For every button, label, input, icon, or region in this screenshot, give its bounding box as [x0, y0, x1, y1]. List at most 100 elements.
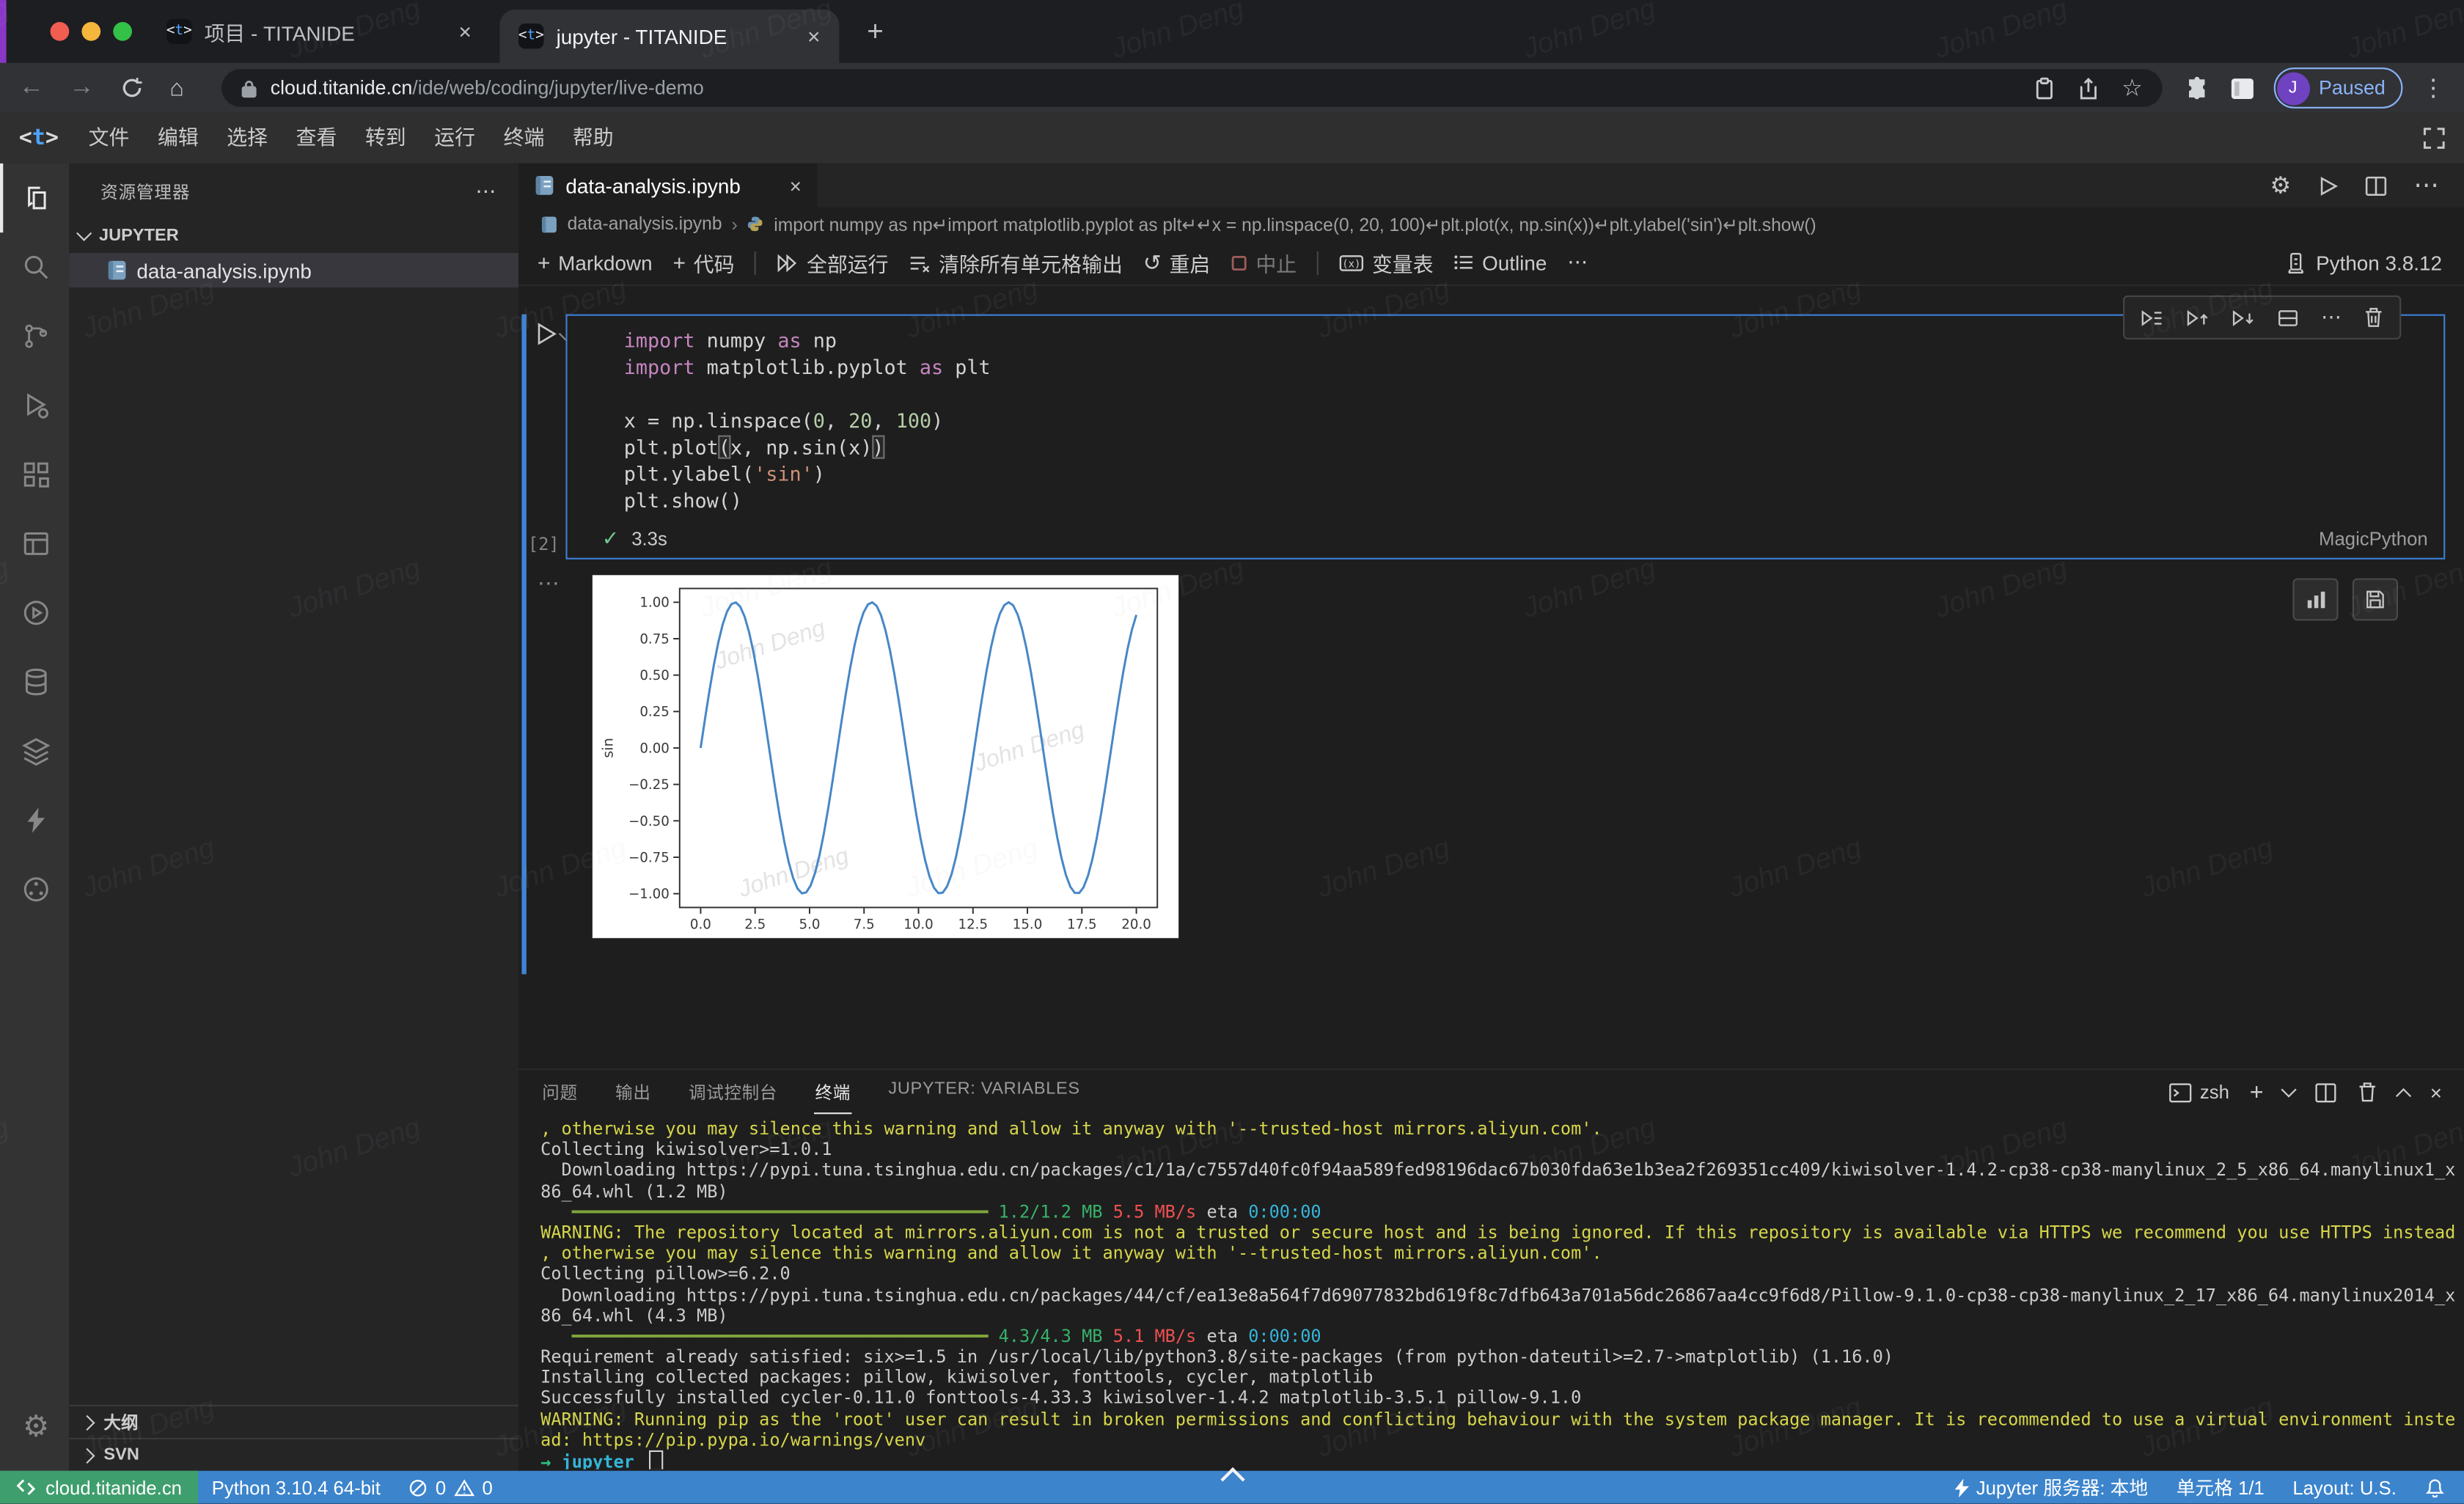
sidebar-toggle-icon[interactable] [2229, 76, 2254, 100]
titanide-favicon: <t> [518, 23, 543, 48]
jupyter-server-status[interactable]: Jupyter 服务器: 本地 [1954, 1474, 2148, 1500]
panel-tab-调试控制台[interactable]: 调试控制台 [687, 1070, 779, 1114]
sidebar-more-icon[interactable]: ⋯ [475, 178, 496, 203]
cell-toolbar-delete-cell-icon[interactable] [2364, 307, 2384, 329]
activity-search-icon[interactable] [0, 232, 69, 301]
window-minimize-button[interactable] [81, 22, 100, 41]
outline-button[interactable]: Outline [1454, 251, 1547, 274]
notebook-cell-status[interactable]: 单元格 1/1 [2177, 1474, 2265, 1500]
kill-terminal-trash-icon[interactable] [2358, 1081, 2378, 1103]
notebook-settings-gear-icon[interactable]: ⚙ [2270, 172, 2291, 200]
extensions-puzzle-icon[interactable] [2184, 75, 2210, 101]
activity-run-debug-icon[interactable] [0, 371, 69, 440]
activity-extensions-icon[interactable] [0, 440, 69, 509]
menu-item-运行[interactable]: 运行 [420, 113, 489, 164]
notifications-bell-icon[interactable] [2424, 1477, 2445, 1497]
breadcrumb-cell-preview[interactable]: import numpy as np↵import matplotlib.pyp… [774, 213, 1816, 235]
add-code-button[interactable]: +代码 [672, 248, 734, 278]
terminal-output[interactable]: , otherwise you may silence this warning… [540, 1119, 2459, 1470]
sidebar-section-SVN[interactable]: SVN [69, 1438, 518, 1471]
new-tab-button[interactable]: + [858, 14, 892, 48]
reload-icon[interactable] [120, 76, 144, 100]
language-mode-label[interactable]: MagicPython [2319, 528, 2428, 550]
fullscreen-icon[interactable] [2423, 128, 2445, 150]
panel-collapse-handle[interactable] [1210, 1463, 1254, 1488]
activity-remote-hub-icon[interactable] [0, 855, 69, 924]
activity-explorer-icon[interactable] [0, 164, 69, 232]
keyboard-layout-status[interactable]: Layout: U.S. [2292, 1476, 2397, 1498]
menu-item-查看[interactable]: 查看 [282, 113, 351, 164]
chrome-menu-icon[interactable]: ⋮ [2421, 74, 2445, 103]
window-zoom-button[interactable] [113, 22, 132, 41]
run-editor-icon[interactable] [2318, 175, 2339, 196]
activity-notebook-preview-icon[interactable] [0, 509, 69, 578]
kernel-picker[interactable]: Python 3.8.12 [2284, 251, 2464, 274]
cell-toolbar-execute-cells-below-icon[interactable] [2141, 307, 2164, 328]
cell-toolbar-more-icon[interactable]: ⋯ [2321, 304, 2342, 332]
add-markdown-button[interactable]: +Markdown [538, 250, 653, 275]
sidebar-item-notebook-file[interactable]: data-analysis.ipynb [69, 253, 518, 287]
toolbar-more-icon[interactable]: ⋯ [1567, 250, 1588, 275]
activity-zap-icon[interactable] [0, 785, 69, 854]
activity-layers-icon[interactable] [0, 716, 69, 785]
output-collapse-icon[interactable]: ⋯ [538, 571, 561, 597]
clipboard-icon[interactable] [2034, 76, 2056, 100]
split-terminal-icon[interactable] [2315, 1082, 2337, 1102]
window-close-button[interactable] [51, 22, 70, 41]
forward-icon[interactable]: → [69, 74, 94, 103]
menu-item-终端[interactable]: 终端 [489, 113, 558, 164]
browser-tab-jupyter[interactable]: <t> jupyter - TITANIDE × [499, 10, 839, 63]
problems-status[interactable]: 0 0 [395, 1476, 507, 1498]
run-all-button[interactable]: 全部运行 [777, 248, 888, 278]
editor-more-icon[interactable]: ⋯ [2413, 169, 2438, 201]
cell-toolbar-run-cells-below-icon[interactable] [2232, 307, 2255, 328]
clear-outputs-button[interactable]: 清除所有单元格输出 [909, 248, 1122, 278]
code-cell[interactable]: import numpy as npimport matplotlib.pypl… [565, 315, 2445, 560]
activity-live-run-icon[interactable] [0, 579, 69, 648]
tab-close-icon[interactable]: × [458, 21, 472, 43]
breadcrumb[interactable]: data-analysis.ipynb › import numpy as np… [518, 208, 2464, 241]
cell-code-editor[interactable]: import numpy as npimport matplotlib.pypl… [624, 329, 2431, 516]
terminal-shell-picker[interactable]: zsh [2168, 1081, 2229, 1103]
chart-output-button[interactable] [2292, 579, 2338, 621]
panel-tab-终端[interactable]: 终端 [813, 1070, 852, 1114]
menu-item-文件[interactable]: 文件 [74, 113, 143, 164]
split-editor-icon[interactable] [2365, 175, 2387, 196]
activity-settings-gear-icon[interactable]: ⚙ [0, 1393, 69, 1461]
run-cell-button[interactable] [535, 322, 558, 345]
panel-tab-问题[interactable]: 问题 [540, 1070, 579, 1114]
maximize-panel-icon[interactable] [2397, 1087, 2412, 1103]
save-output-button[interactable] [2353, 579, 2398, 621]
remote-indicator[interactable]: cloud.titanide.cn [0, 1471, 197, 1504]
panel-tab-JUPYTER: VARIABLES[interactable]: JUPYTER: VARIABLES [887, 1070, 1082, 1114]
browser-tab-project[interactable]: <t> 项目 - TITANIDE × [147, 0, 490, 63]
terminal-dropdown-icon[interactable] [2281, 1082, 2297, 1097]
menu-item-转到[interactable]: 转到 [351, 113, 420, 164]
new-terminal-icon[interactable]: + [2250, 1080, 2264, 1104]
breadcrumb-file[interactable]: data-analysis.ipynb [568, 215, 722, 234]
menu-item-编辑[interactable]: 编辑 [144, 113, 213, 164]
activity-database-icon[interactable] [0, 648, 69, 716]
panel-tab-输出[interactable]: 输出 [614, 1070, 653, 1114]
python-interpreter-status[interactable]: Python 3.10.4 64-bit [197, 1476, 395, 1498]
home-icon[interactable]: ⌂ [169, 75, 183, 101]
share-icon[interactable] [2078, 76, 2100, 100]
restart-kernel-button[interactable]: ↺重启 [1143, 248, 1211, 278]
profile-paused-button[interactable]: J Paused [2273, 67, 2403, 109]
cell-toolbar-split-cell-icon[interactable] [2277, 307, 2299, 328]
editor-tab-notebook[interactable]: data-analysis.ipynb × [518, 164, 817, 208]
activity-source-control-icon[interactable] [0, 301, 69, 370]
interrupt-button[interactable]: 中止 [1231, 248, 1297, 278]
back-icon[interactable]: ← [19, 74, 44, 103]
cell-toolbar-run-cells-above-icon[interactable] [2186, 307, 2210, 328]
menu-item-选择[interactable]: 选择 [213, 113, 282, 164]
sidebar-section-jupyter[interactable]: JUPYTER [69, 219, 518, 253]
sidebar-section-大纲[interactable]: 大纲 [69, 1405, 518, 1438]
menu-item-帮助[interactable]: 帮助 [559, 113, 628, 164]
tab-close-icon[interactable]: × [807, 25, 821, 47]
variables-button[interactable]: (x) 变量表 [1339, 248, 1434, 278]
bookmark-star-icon[interactable]: ☆ [2122, 76, 2143, 100]
close-panel-icon[interactable]: × [2430, 1082, 2442, 1102]
editor-tab-close-icon[interactable]: × [790, 174, 802, 197]
url-bar[interactable]: cloud.titanide.cn/ide/web/coding/jupyter… [221, 69, 2161, 106]
